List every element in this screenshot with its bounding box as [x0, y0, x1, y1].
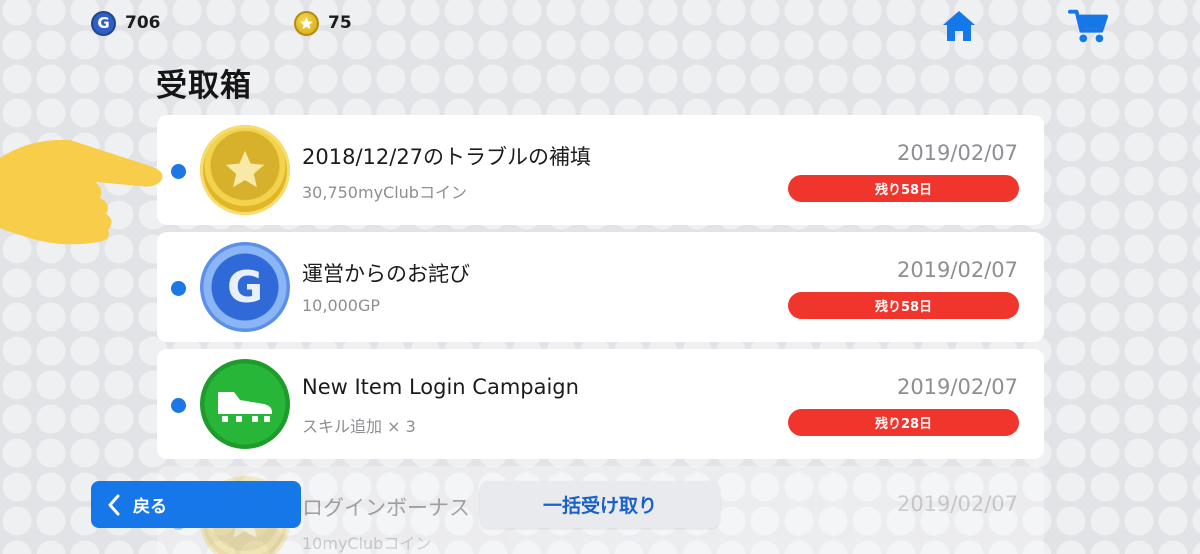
star-coin-icon: [200, 125, 290, 215]
item-date: 2019/02/07: [896, 492, 1018, 516]
inbox-item[interactable]: G 運営からのお詫び 10,000GP 2019/02/07 残り58日: [157, 232, 1044, 342]
boot-icon: [200, 359, 290, 449]
item-date: 2019/02/07: [896, 141, 1018, 165]
item-title: New Item Login Campaign: [302, 375, 579, 399]
unread-dot: [171, 398, 186, 413]
item-title: ログインボーナス: [302, 496, 470, 520]
cart-button[interactable]: [1068, 6, 1108, 46]
item-date: 2019/02/07: [896, 375, 1018, 399]
item-subtitle: 30,750myClubコイン: [302, 183, 467, 202]
remaining-days-badge: 残り58日: [788, 292, 1019, 319]
gp-value: 706: [125, 13, 161, 33]
unread-dot: [171, 281, 186, 296]
home-icon: [943, 11, 975, 41]
chevron-left-icon: [108, 494, 120, 515]
item-subtitle: スキル追加 × 3: [302, 417, 416, 436]
item-title: 運営からのお詫び: [302, 262, 470, 286]
item-title: 2018/12/27のトラブルの補填: [302, 145, 592, 169]
star-coin-icon: [294, 10, 319, 36]
back-button[interactable]: 戻る: [91, 481, 301, 528]
gp-balance: G 706: [91, 10, 161, 36]
bulk-receive-label: 一括受け取り: [542, 495, 657, 517]
inbox-item[interactable]: 2018/12/27のトラブルの補填 30,750myClubコイン 2019/…: [157, 115, 1044, 225]
pointing-hand-icon: [0, 139, 163, 245]
coin-value: 75: [328, 13, 352, 33]
cart-icon: [1068, 9, 1108, 43]
remaining-days-badge: 残り58日: [788, 175, 1019, 202]
remaining-days-badge: 残り28日: [788, 409, 1019, 436]
coin-balance: 75: [294, 10, 352, 36]
item-subtitle: 10,000GP: [302, 296, 381, 315]
item-subtitle: 10myClubコイン: [302, 534, 432, 553]
unread-dot: [171, 164, 186, 179]
gp-letter: G: [226, 261, 264, 313]
gp-coin-icon: G: [200, 242, 290, 332]
top-bar: G 706 75: [0, 0, 1200, 50]
inbox-item[interactable]: New Item Login Campaign スキル追加 × 3 2019/0…: [157, 349, 1044, 459]
page-title: 受取箱: [156, 68, 252, 104]
item-date: 2019/02/07: [896, 258, 1018, 282]
back-button-label: 戻る: [133, 497, 167, 517]
gp-icon: G: [91, 10, 116, 36]
home-button[interactable]: [939, 6, 979, 46]
bulk-receive-button[interactable]: 一括受け取り: [480, 481, 720, 528]
